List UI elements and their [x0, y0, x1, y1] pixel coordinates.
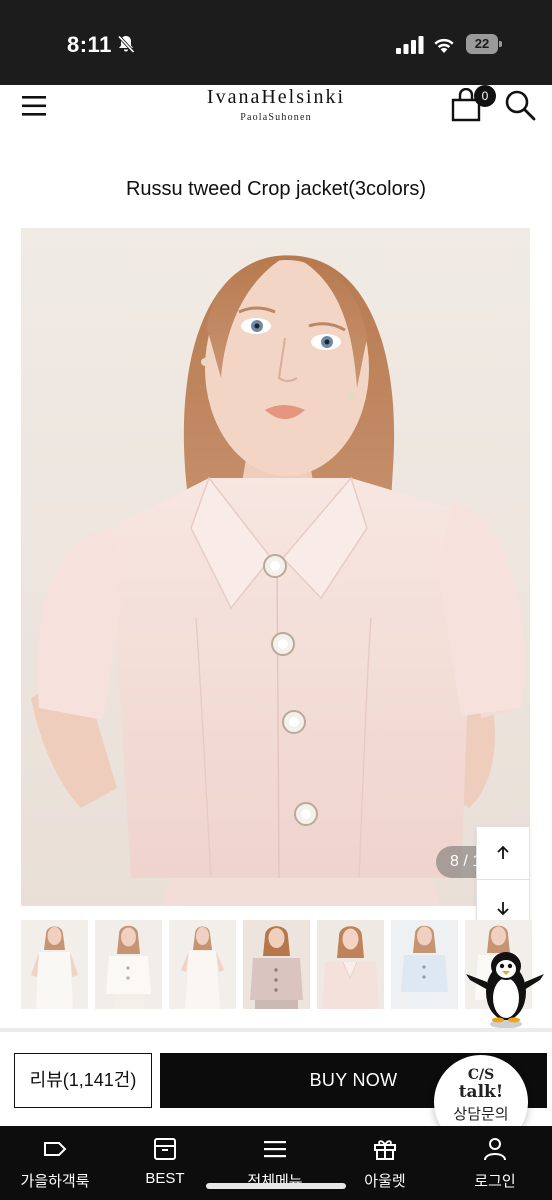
home-indicator [206, 1183, 346, 1189]
nav-item-best[interactable]: BEST [110, 1126, 220, 1200]
thumbnail-5[interactable] [317, 920, 384, 1009]
tag-icon [44, 1142, 67, 1156]
brand-logo[interactable]: IvanaHelsinki PaolaSuhonen [176, 85, 376, 125]
nav-label: 가을하객룩 [20, 1173, 90, 1190]
thumbnail-4[interactable] [243, 920, 310, 1009]
review-button[interactable]: 리뷰(1,141건) [14, 1053, 152, 1108]
nav-item-autumn-guest-look[interactable]: 가을하객룩 [0, 1126, 110, 1200]
nav-label: BEST [145, 1170, 185, 1187]
wifi-icon [434, 38, 454, 53]
arrow-down-icon [497, 901, 509, 915]
battery-level: 22 [466, 34, 498, 54]
model-photo [21, 228, 530, 906]
scroll-buttons [476, 826, 530, 934]
gift-icon [374, 1140, 396, 1160]
cs-talk-top: C/S [467, 1067, 495, 1083]
search-icon[interactable] [504, 89, 536, 121]
battery-icon: 22 [466, 34, 502, 54]
scroll-top-button[interactable] [477, 827, 529, 880]
bell-off-icon [117, 35, 135, 54]
penguin-mascot-icon[interactable] [462, 944, 548, 1032]
status-bar: 8:11 22 [0, 0, 552, 85]
thumbnail-1[interactable] [21, 920, 88, 1009]
menu-icon[interactable] [22, 95, 48, 117]
status-time: 8:11 [67, 32, 112, 57]
logo-sub: PaolaSuhonen [240, 112, 312, 123]
person-icon [484, 1138, 506, 1161]
logo-main: IvanaHelsinki [206, 86, 346, 108]
nav-label: 로그인 [474, 1173, 516, 1190]
arrow-up-icon [497, 845, 509, 859]
nav-item-login[interactable]: 로그인 [440, 1126, 550, 1200]
nav-item-outlet[interactable]: 아울렛 [330, 1126, 440, 1200]
site-header: IvanaHelsinki PaolaSuhonen 0 [0, 85, 552, 145]
product-main-image[interactable] [21, 228, 530, 906]
nav-label: 아울렛 [364, 1173, 406, 1190]
signal-icon [396, 36, 424, 54]
thumbnail-3[interactable] [169, 920, 236, 1009]
thumbnail-2[interactable] [95, 920, 162, 1009]
product-title: Russu tweed Crop jacket(3colors) [125, 178, 427, 200]
cs-talk-mid: talk! [458, 1082, 504, 1102]
section-divider [0, 1028, 552, 1032]
thumbnail-6[interactable] [391, 920, 458, 1009]
cart-count-badge: 0 [474, 85, 496, 107]
archive-box-icon [154, 1138, 176, 1160]
cs-talk-label: 상담문의 [453, 1106, 509, 1123]
hamburger-icon [264, 1141, 286, 1158]
